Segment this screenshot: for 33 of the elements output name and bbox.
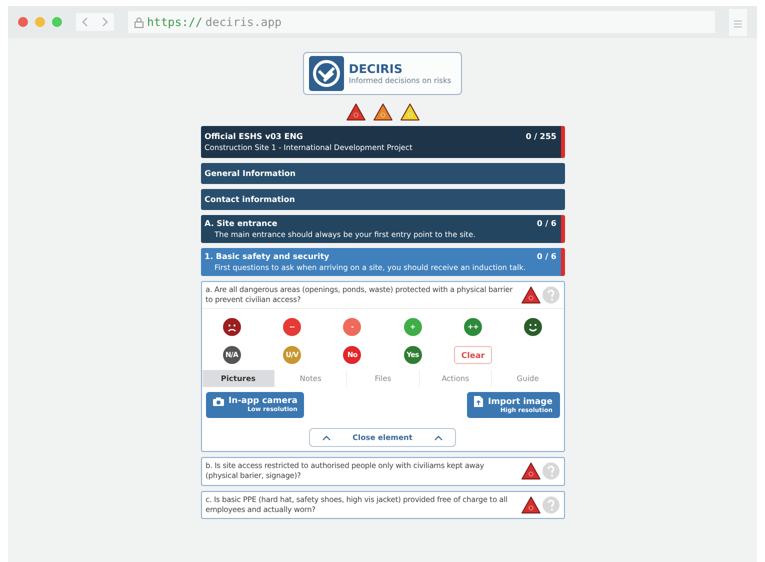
help-icon[interactable] [542,462,560,480]
maximize-dot-icon [52,17,62,27]
section-title: 1. Basic safety and security [204,252,330,261]
section-title: A. Site entrance [204,219,278,228]
close-dot-icon [18,17,28,27]
url-host: deciris.app [205,15,282,29]
menu-icon[interactable] [733,20,743,28]
progress-count: 0 / 255 [526,132,556,143]
address-bar[interactable]: https:// deciris.app [128,11,715,33]
section-title: Contact information [204,195,295,204]
minimize-dot-icon [35,17,45,27]
file-upload-icon [474,396,483,408]
clear-button[interactable]: Clear [454,346,492,364]
lock-icon [134,16,144,28]
section-header[interactable]: General Information [200,163,564,184]
section-title: General Information [204,169,296,178]
chevron-up-icon [434,434,444,441]
happy-face-button[interactable] [524,318,542,336]
progress-count: 0 / 6 [536,219,556,230]
url-scheme: https:// [147,15,202,29]
camera-icon [212,396,224,406]
warning-triangle-icon [520,286,540,304]
sad-face-button[interactable] [222,318,241,336]
help-icon[interactable] [542,496,560,514]
section-title: Official ESHS v03 ENG [204,132,304,141]
progress-count: 0 / 6 [536,252,556,263]
warning-triangle-icon [520,496,540,514]
chevron-up-icon [322,434,331,441]
logo-title: DECIRIS [348,62,404,76]
section-header[interactable]: Contact information [200,189,564,210]
warning-triangle-icon [520,462,540,480]
help-icon[interactable] [542,286,560,304]
logo-icon [308,56,344,91]
